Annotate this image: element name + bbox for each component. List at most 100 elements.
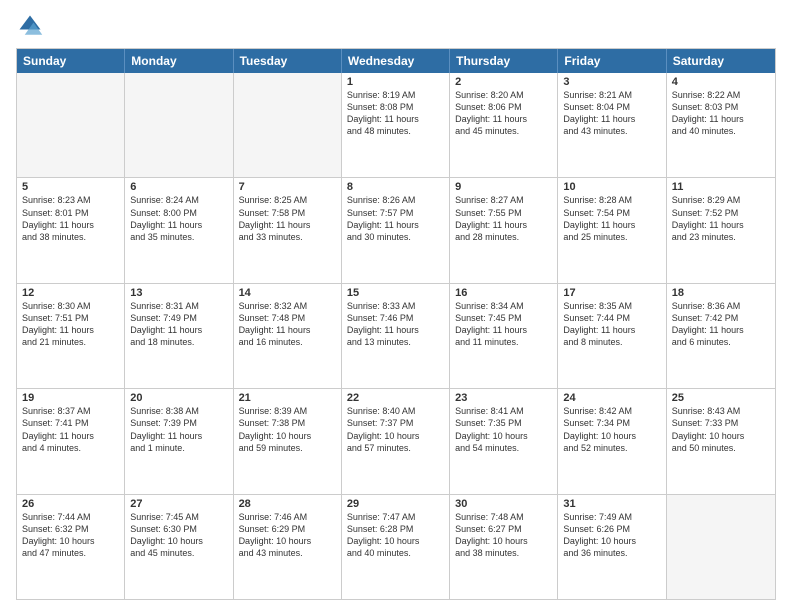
day-cell-13: 13Sunrise: 8:31 AM Sunset: 7:49 PM Dayli… <box>125 284 233 388</box>
day-number: 17 <box>563 287 660 299</box>
day-number: 2 <box>455 76 552 88</box>
day-info: Sunrise: 7:44 AM Sunset: 6:32 PM Dayligh… <box>22 511 119 560</box>
day-cell-18: 18Sunrise: 8:36 AM Sunset: 7:42 PM Dayli… <box>667 284 775 388</box>
day-info: Sunrise: 7:49 AM Sunset: 6:26 PM Dayligh… <box>563 511 660 560</box>
day-info: Sunrise: 8:25 AM Sunset: 7:58 PM Dayligh… <box>239 194 336 243</box>
day-info: Sunrise: 8:27 AM Sunset: 7:55 PM Dayligh… <box>455 194 552 243</box>
day-info: Sunrise: 8:21 AM Sunset: 8:04 PM Dayligh… <box>563 89 660 138</box>
day-cell-26: 26Sunrise: 7:44 AM Sunset: 6:32 PM Dayli… <box>17 495 125 599</box>
day-info: Sunrise: 8:19 AM Sunset: 8:08 PM Dayligh… <box>347 89 444 138</box>
day-cell-3: 3Sunrise: 8:21 AM Sunset: 8:04 PM Daylig… <box>558 73 666 177</box>
day-info: Sunrise: 7:46 AM Sunset: 6:29 PM Dayligh… <box>239 511 336 560</box>
day-info: Sunrise: 8:24 AM Sunset: 8:00 PM Dayligh… <box>130 194 227 243</box>
empty-cell <box>234 73 342 177</box>
day-cell-1: 1Sunrise: 8:19 AM Sunset: 8:08 PM Daylig… <box>342 73 450 177</box>
weekday-header-thursday: Thursday <box>450 49 558 73</box>
day-number: 31 <box>563 498 660 510</box>
day-number: 21 <box>239 392 336 404</box>
calendar-row-4: 19Sunrise: 8:37 AM Sunset: 7:41 PM Dayli… <box>17 388 775 493</box>
day-number: 26 <box>22 498 119 510</box>
day-info: Sunrise: 8:32 AM Sunset: 7:48 PM Dayligh… <box>239 300 336 349</box>
day-info: Sunrise: 8:29 AM Sunset: 7:52 PM Dayligh… <box>672 194 770 243</box>
day-number: 8 <box>347 181 444 193</box>
calendar-row-5: 26Sunrise: 7:44 AM Sunset: 6:32 PM Dayli… <box>17 494 775 599</box>
weekday-header-sunday: Sunday <box>17 49 125 73</box>
day-number: 9 <box>455 181 552 193</box>
calendar: SundayMondayTuesdayWednesdayThursdayFrid… <box>16 48 776 600</box>
calendar-row-1: 1Sunrise: 8:19 AM Sunset: 8:08 PM Daylig… <box>17 73 775 177</box>
day-number: 16 <box>455 287 552 299</box>
day-cell-28: 28Sunrise: 7:46 AM Sunset: 6:29 PM Dayli… <box>234 495 342 599</box>
day-info: Sunrise: 8:40 AM Sunset: 7:37 PM Dayligh… <box>347 405 444 454</box>
day-info: Sunrise: 8:20 AM Sunset: 8:06 PM Dayligh… <box>455 89 552 138</box>
day-cell-29: 29Sunrise: 7:47 AM Sunset: 6:28 PM Dayli… <box>342 495 450 599</box>
day-cell-24: 24Sunrise: 8:42 AM Sunset: 7:34 PM Dayli… <box>558 389 666 493</box>
day-cell-12: 12Sunrise: 8:30 AM Sunset: 7:51 PM Dayli… <box>17 284 125 388</box>
day-info: Sunrise: 8:31 AM Sunset: 7:49 PM Dayligh… <box>130 300 227 349</box>
day-info: Sunrise: 8:35 AM Sunset: 7:44 PM Dayligh… <box>563 300 660 349</box>
day-info: Sunrise: 8:26 AM Sunset: 7:57 PM Dayligh… <box>347 194 444 243</box>
day-cell-6: 6Sunrise: 8:24 AM Sunset: 8:00 PM Daylig… <box>125 178 233 282</box>
logo <box>16 12 48 40</box>
calendar-row-2: 5Sunrise: 8:23 AM Sunset: 8:01 PM Daylig… <box>17 177 775 282</box>
day-cell-22: 22Sunrise: 8:40 AM Sunset: 7:37 PM Dayli… <box>342 389 450 493</box>
day-number: 28 <box>239 498 336 510</box>
day-number: 4 <box>672 76 770 88</box>
day-number: 29 <box>347 498 444 510</box>
day-cell-25: 25Sunrise: 8:43 AM Sunset: 7:33 PM Dayli… <box>667 389 775 493</box>
day-info: Sunrise: 8:30 AM Sunset: 7:51 PM Dayligh… <box>22 300 119 349</box>
day-cell-14: 14Sunrise: 8:32 AM Sunset: 7:48 PM Dayli… <box>234 284 342 388</box>
day-cell-20: 20Sunrise: 8:38 AM Sunset: 7:39 PM Dayli… <box>125 389 233 493</box>
day-number: 5 <box>22 181 119 193</box>
empty-cell <box>667 495 775 599</box>
day-info: Sunrise: 8:33 AM Sunset: 7:46 PM Dayligh… <box>347 300 444 349</box>
day-info: Sunrise: 8:34 AM Sunset: 7:45 PM Dayligh… <box>455 300 552 349</box>
day-number: 18 <box>672 287 770 299</box>
day-cell-27: 27Sunrise: 7:45 AM Sunset: 6:30 PM Dayli… <box>125 495 233 599</box>
day-cell-5: 5Sunrise: 8:23 AM Sunset: 8:01 PM Daylig… <box>17 178 125 282</box>
day-number: 23 <box>455 392 552 404</box>
day-cell-10: 10Sunrise: 8:28 AM Sunset: 7:54 PM Dayli… <box>558 178 666 282</box>
day-cell-17: 17Sunrise: 8:35 AM Sunset: 7:44 PM Dayli… <box>558 284 666 388</box>
day-number: 3 <box>563 76 660 88</box>
day-info: Sunrise: 7:48 AM Sunset: 6:27 PM Dayligh… <box>455 511 552 560</box>
weekday-header-monday: Monday <box>125 49 233 73</box>
day-number: 30 <box>455 498 552 510</box>
day-number: 27 <box>130 498 227 510</box>
day-info: Sunrise: 7:47 AM Sunset: 6:28 PM Dayligh… <box>347 511 444 560</box>
day-info: Sunrise: 8:38 AM Sunset: 7:39 PM Dayligh… <box>130 405 227 454</box>
day-number: 14 <box>239 287 336 299</box>
calendar-body: 1Sunrise: 8:19 AM Sunset: 8:08 PM Daylig… <box>17 73 775 599</box>
day-number: 24 <box>563 392 660 404</box>
weekday-header-friday: Friday <box>558 49 666 73</box>
day-info: Sunrise: 7:45 AM Sunset: 6:30 PM Dayligh… <box>130 511 227 560</box>
day-number: 15 <box>347 287 444 299</box>
day-number: 10 <box>563 181 660 193</box>
calendar-row-3: 12Sunrise: 8:30 AM Sunset: 7:51 PM Dayli… <box>17 283 775 388</box>
weekday-header-wednesday: Wednesday <box>342 49 450 73</box>
day-info: Sunrise: 8:22 AM Sunset: 8:03 PM Dayligh… <box>672 89 770 138</box>
day-number: 12 <box>22 287 119 299</box>
day-number: 1 <box>347 76 444 88</box>
day-cell-11: 11Sunrise: 8:29 AM Sunset: 7:52 PM Dayli… <box>667 178 775 282</box>
day-cell-8: 8Sunrise: 8:26 AM Sunset: 7:57 PM Daylig… <box>342 178 450 282</box>
day-number: 6 <box>130 181 227 193</box>
empty-cell <box>125 73 233 177</box>
day-info: Sunrise: 8:39 AM Sunset: 7:38 PM Dayligh… <box>239 405 336 454</box>
day-cell-2: 2Sunrise: 8:20 AM Sunset: 8:06 PM Daylig… <box>450 73 558 177</box>
day-info: Sunrise: 8:23 AM Sunset: 8:01 PM Dayligh… <box>22 194 119 243</box>
logo-icon <box>16 12 44 40</box>
day-info: Sunrise: 8:43 AM Sunset: 7:33 PM Dayligh… <box>672 405 770 454</box>
day-cell-31: 31Sunrise: 7:49 AM Sunset: 6:26 PM Dayli… <box>558 495 666 599</box>
day-cell-15: 15Sunrise: 8:33 AM Sunset: 7:46 PM Dayli… <box>342 284 450 388</box>
day-info: Sunrise: 8:41 AM Sunset: 7:35 PM Dayligh… <box>455 405 552 454</box>
day-cell-23: 23Sunrise: 8:41 AM Sunset: 7:35 PM Dayli… <box>450 389 558 493</box>
empty-cell <box>17 73 125 177</box>
weekday-header-tuesday: Tuesday <box>234 49 342 73</box>
day-info: Sunrise: 8:42 AM Sunset: 7:34 PM Dayligh… <box>563 405 660 454</box>
day-number: 11 <box>672 181 770 193</box>
day-info: Sunrise: 8:37 AM Sunset: 7:41 PM Dayligh… <box>22 405 119 454</box>
day-number: 20 <box>130 392 227 404</box>
day-number: 25 <box>672 392 770 404</box>
day-cell-19: 19Sunrise: 8:37 AM Sunset: 7:41 PM Dayli… <box>17 389 125 493</box>
